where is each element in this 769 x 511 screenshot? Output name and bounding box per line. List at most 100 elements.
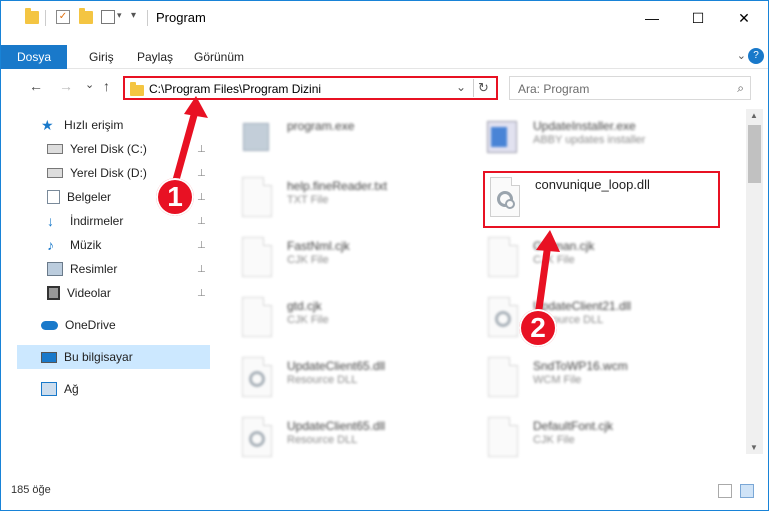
pin-icon: ⊥ [197,191,206,203]
address-row: ← → ⌄ ↑ C:\Program Files\Program Dizini … [1,73,768,103]
item-count: 185 öğe [11,484,51,496]
nav-label: Videolar [67,286,111,300]
quick-access-toolbar-icon[interactable] [101,10,115,24]
file-name: gtd.cjk [287,299,322,313]
drive-icon [47,144,63,154]
title-bar: ✓ ▾ ▾ Program — ☐ ✕ [1,1,768,35]
search-input[interactable]: Ara: Program ⌕ [509,76,751,100]
explorer-window: ✓ ▾ ▾ Program — ☐ ✕ Dosya Giriş Paylaş G… [0,0,769,511]
large-icons-view-icon[interactable] [740,484,754,498]
pin-icon: ⊥ [197,215,206,227]
file-item[interactable]: SndToWP16.wcm WCM File [485,355,725,403]
file-item[interactable]: help.fineReader.txt TXT File [239,175,479,223]
up-button[interactable]: ↑ [103,78,110,94]
file-icon [239,237,275,281]
file-desc: ABBY updates installer [533,134,646,146]
nav-this-pc[interactable]: Bu bilgisayar [17,345,210,369]
file-desc: CJK File [287,314,329,326]
tab-file[interactable]: Dosya [1,45,67,69]
pin-icon: ⊥ [197,263,206,275]
nav-label: Hızlı erişim [64,118,124,132]
search-placeholder: Ara: Program [518,82,590,96]
cloud-icon [41,320,58,330]
divider [45,10,46,26]
nav-label: Yerel Disk (D:) [70,166,147,180]
customize-toolbar-icon[interactable]: ▾ [131,10,136,21]
file-desc: Resource DLL [287,374,358,386]
file-item[interactable]: FastNml.cjk CJK File [239,235,479,283]
nav-quick-access[interactable]: ★ Hızlı erişim [1,113,211,137]
file-desc: TXT File [287,194,329,206]
search-icon[interactable]: ⌕ [737,81,744,96]
pin-icon: ⊥ [197,287,206,299]
file-name: help.fineReader.txt [287,179,388,193]
pictures-icon [47,262,63,276]
file-icon [485,237,521,281]
dll-gear-icon [239,417,275,461]
nav-label: OneDrive [65,318,116,332]
exe-icon [239,117,275,161]
download-arrow-icon: ↓ [47,213,54,229]
minimize-button[interactable]: — [629,1,675,35]
documents-icon [47,190,60,204]
help-icon[interactable]: ? [748,48,764,64]
scroll-down-icon[interactable]: ▼ [750,443,758,452]
file-desc: CJK File [287,254,329,266]
forward-button[interactable]: → [59,78,73,94]
chevron-down-icon[interactable]: ⌄ [456,80,466,94]
computer-icon [41,351,57,363]
recent-locations-button[interactable]: ⌄ [85,78,94,91]
back-button[interactable]: ← [29,78,43,94]
nav-item-music[interactable]: ♪ Müzik ⊥ [1,233,211,257]
pin-icon: ⊥ [197,143,206,155]
new-folder-icon[interactable] [79,8,93,24]
highlight-box [483,171,720,228]
file-desc: CJK File [533,434,575,446]
nav-label: Bu bilgisayar [64,350,133,364]
nav-item-videos[interactable]: Videolar ⊥ [1,281,211,305]
tab-view[interactable]: Görünüm [194,50,244,64]
tab-home[interactable]: Giriş [89,50,114,64]
file-item[interactable]: German.cjk CJK File [485,235,725,283]
scroll-up-icon[interactable]: ▲ [750,111,758,120]
address-path[interactable]: C:\Program Files\Program Dizini [149,82,321,96]
file-name: SndToWP16.wcm [533,359,628,373]
close-button[interactable]: ✕ [721,1,767,35]
navigation-pane: ★ Hızlı erişim Yerel Disk (C:) ⊥ Yerel D… [1,109,213,454]
music-note-icon: ♪ [47,237,54,253]
chevron-down-icon[interactable]: ▾ [117,10,122,21]
nav-item-pictures[interactable]: Resimler ⊥ [1,257,211,281]
file-item[interactable]: UpdateClient65.dll Resource DLL [239,415,479,463]
file-item[interactable]: program.exe [239,115,479,163]
file-item[interactable]: UpdateInstaller.exe ABBY updates install… [485,115,725,163]
folder-icon [130,82,144,96]
file-icon [485,357,521,401]
file-icon [485,417,521,461]
file-item[interactable]: UpdateClient65.dll Resource DLL [239,355,479,403]
file-item[interactable]: gtd.cjk CJK File [239,295,479,343]
divider [147,10,148,26]
tab-share[interactable]: Paylaş [137,50,173,64]
nav-onedrive[interactable]: OneDrive [1,313,211,337]
details-view-icon[interactable] [718,484,732,498]
nav-network[interactable]: Ağ [1,377,211,401]
nav-item-disk-c[interactable]: Yerel Disk (C:) ⊥ [1,137,211,161]
nav-label: Resimler [70,262,118,276]
file-item[interactable]: DefaultFont.cjk CJK File [485,415,725,463]
expand-ribbon-icon[interactable]: ⌄ [737,49,746,62]
properties-icon[interactable]: ✓ [56,10,70,24]
file-name: FastNml.cjk [287,239,350,253]
refresh-button[interactable]: ↻ [473,79,493,97]
maximize-button[interactable]: ☐ [675,1,721,35]
pin-icon: ⊥ [197,239,206,251]
scroll-thumb[interactable] [748,125,761,183]
vertical-scrollbar[interactable]: ▲ ▼ [746,109,763,454]
drive-icon [47,168,63,178]
file-name: UpdateClient65.dll [287,419,386,433]
file-name: German.cjk [533,239,595,253]
step-2-badge: 2 [519,309,557,347]
address-bar[interactable]: C:\Program Files\Program Dizini ⌄ ↻ [123,76,498,100]
text-file-icon [239,177,275,221]
installer-icon [485,117,521,161]
file-desc: Resource DLL [287,434,358,446]
